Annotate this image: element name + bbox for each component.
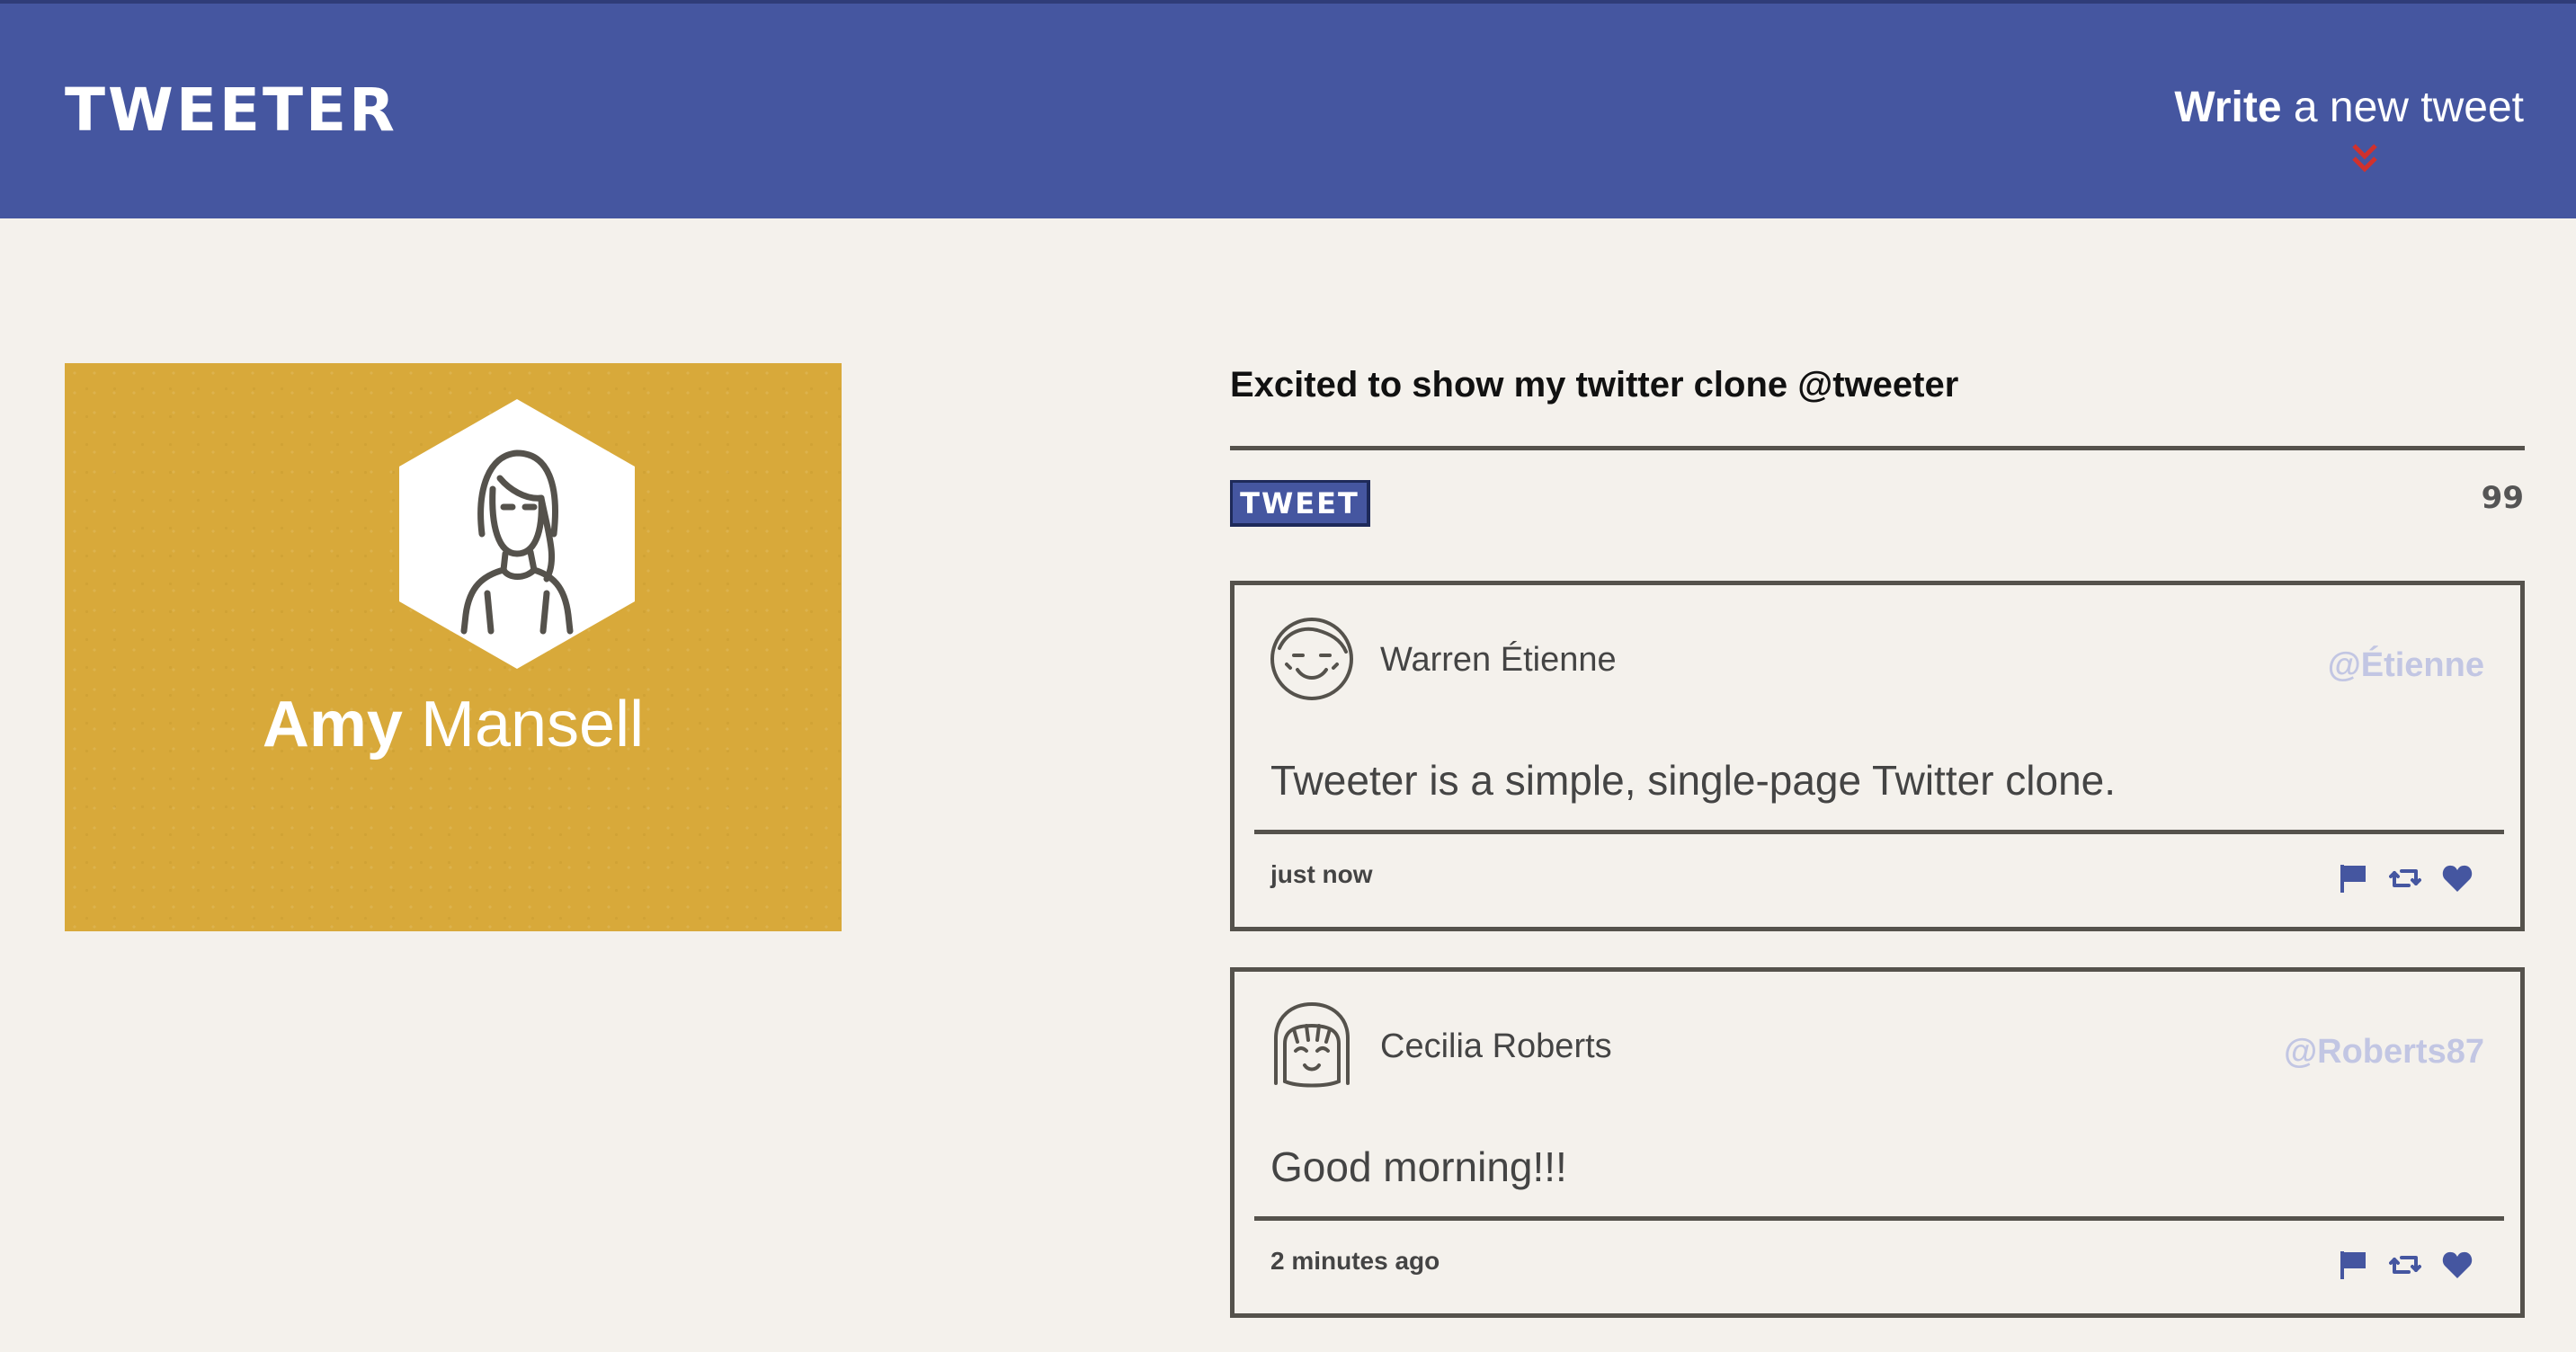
tweet-timestamp: just now xyxy=(1270,860,1373,888)
double-chevron-down-icon[interactable] xyxy=(2347,140,2383,176)
char-counter: 99 xyxy=(2481,480,2524,516)
profile-name: Amy Mansell xyxy=(65,692,842,757)
heart-icon[interactable] xyxy=(2441,862,2473,894)
profile-first-name: Amy xyxy=(262,689,403,760)
tweet-card: Warren Étienne @Étienne Tweeter is a sim… xyxy=(1230,581,2525,931)
profile-card: Amy Mansell xyxy=(65,363,842,931)
tweet-divider xyxy=(1254,1216,2504,1221)
retweet-icon[interactable] xyxy=(2389,1249,2421,1281)
tweet-body: Tweeter is a simple, single-page Twitter… xyxy=(1270,757,2117,804)
heart-icon[interactable] xyxy=(2441,1249,2473,1281)
tweet-actions xyxy=(2337,860,2473,896)
write-new-tweet-toggle[interactable]: Write a new tweet xyxy=(2174,86,2524,129)
flag-icon[interactable] xyxy=(2337,862,2369,894)
top-nav-bar: TWEETER Write a new tweet xyxy=(0,0,2576,218)
flag-icon[interactable] xyxy=(2337,1249,2369,1281)
tweet-actions xyxy=(2337,1247,2473,1283)
brand-logo-text[interactable]: TWEETER xyxy=(65,81,397,140)
girl-bangs-avatar-icon xyxy=(1274,1002,1350,1088)
tweet-author-handle[interactable]: @Roberts87 xyxy=(2284,1033,2484,1072)
compose-toggle-bold: Write xyxy=(2174,84,2282,131)
tweet-card: Cecilia Roberts @Roberts87 Good morning!… xyxy=(1230,967,2525,1318)
profile-last-name: Mansell xyxy=(420,689,645,760)
compose-toggle-rest: a new tweet xyxy=(2281,84,2524,131)
compose-divider xyxy=(1230,446,2525,450)
tweet-author-name: Warren Étienne xyxy=(1380,641,1617,679)
tweet-divider xyxy=(1254,830,2504,834)
tweet-author-handle[interactable]: @Étienne xyxy=(2328,646,2484,685)
tweet-body: Good morning!!! xyxy=(1270,1143,1567,1190)
retweet-icon[interactable] xyxy=(2389,862,2421,894)
tweet-timestamp: 2 minutes ago xyxy=(1270,1247,1440,1275)
compose-tweet-input[interactable]: Excited to show my twitter clone @tweete… xyxy=(1230,363,2525,406)
woman-avatar-icon xyxy=(399,399,635,669)
tweet-submit-button[interactable]: TWEET xyxy=(1230,480,1370,527)
smiling-man-avatar-icon xyxy=(1270,618,1353,700)
tweet-author-name: Cecilia Roberts xyxy=(1380,1027,1612,1065)
